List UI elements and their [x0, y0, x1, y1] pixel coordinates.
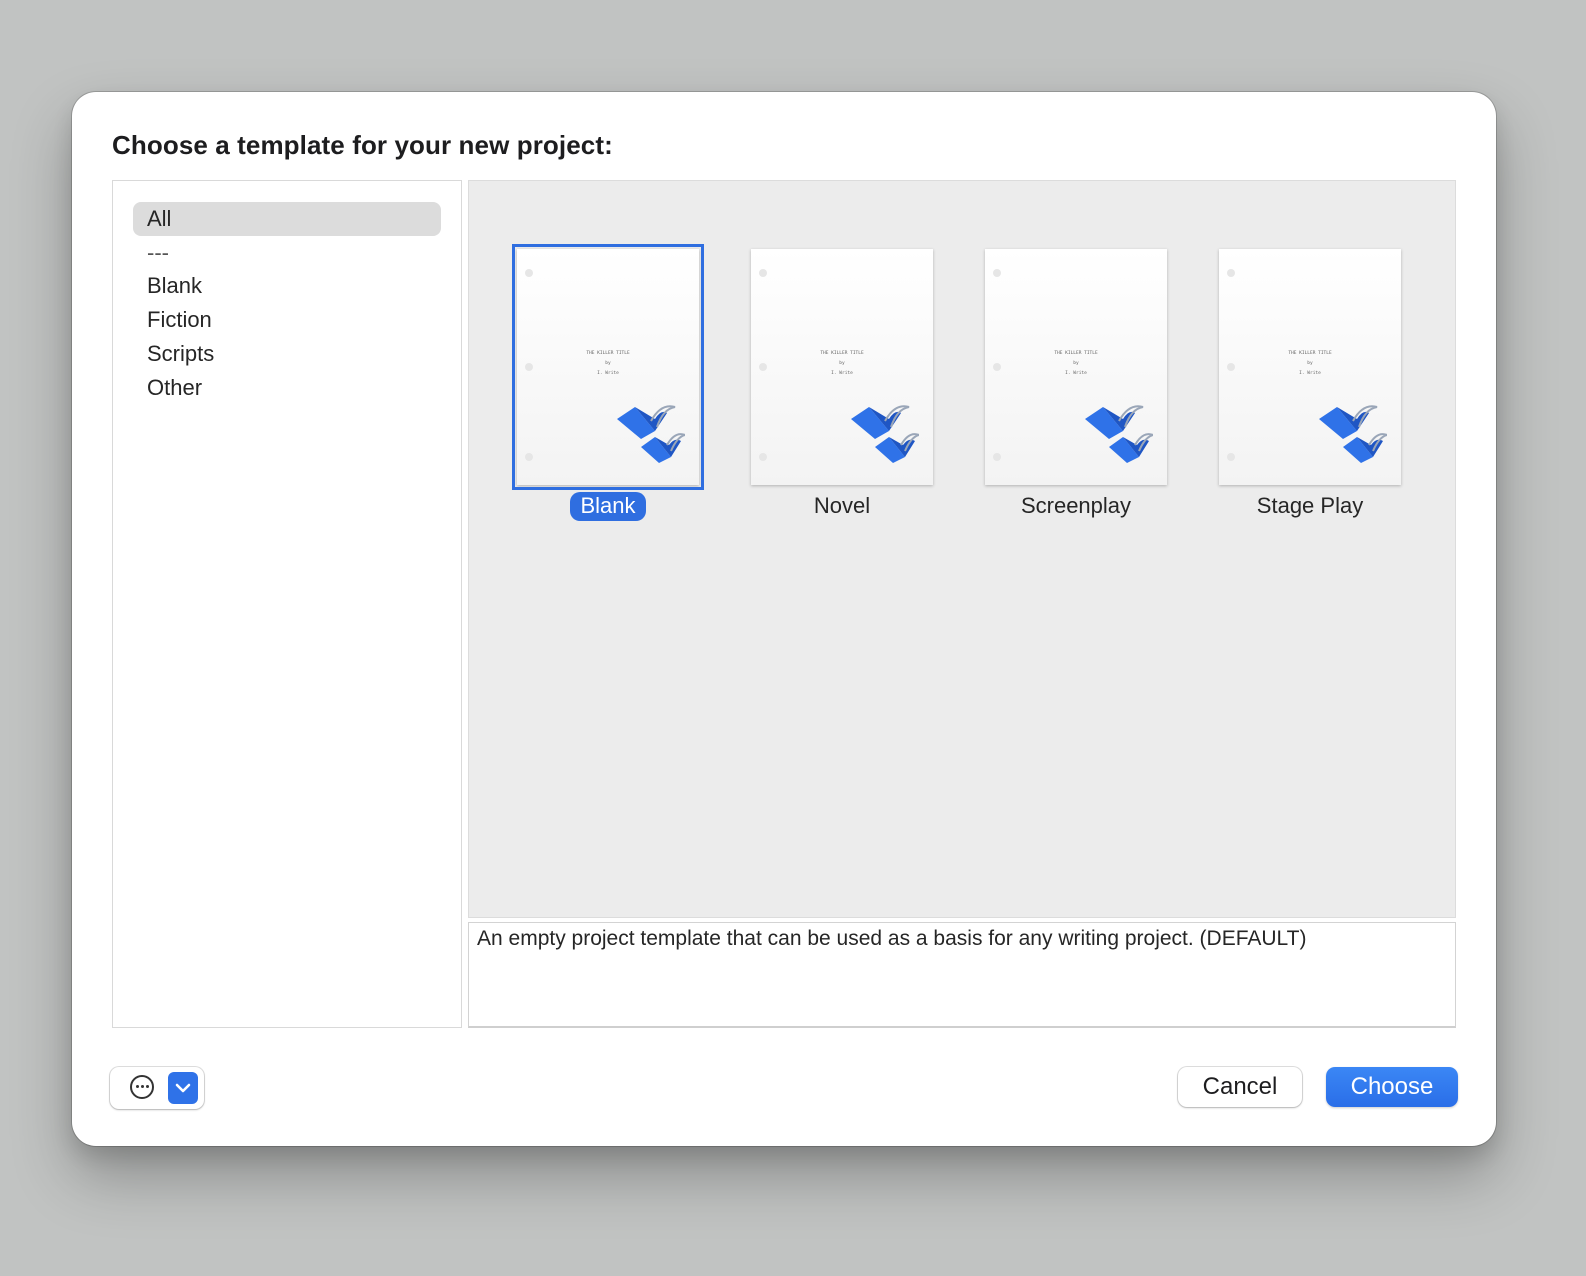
- template-label: Blank: [570, 492, 646, 521]
- template-label: Novel: [813, 493, 871, 518]
- template-chooser-dialog: Choose a template for your new project: …: [72, 92, 1496, 1146]
- page-by-text: by: [839, 361, 845, 366]
- binder-hole: [1227, 269, 1235, 277]
- page-title-text: THE KILLER TITLE: [1054, 351, 1098, 356]
- binder-hole: [1227, 453, 1235, 461]
- template-description: An empty project template that can be us…: [468, 922, 1456, 1028]
- scrivener-logo-icon: [851, 405, 919, 463]
- dialog-title: Choose a template for your new project:: [112, 130, 613, 160]
- template-thumbnail: THE KILLER TITLE by I. Write: [985, 249, 1167, 485]
- binder-hole: [993, 453, 1001, 461]
- template-label: Stage Play: [1256, 493, 1364, 518]
- category-all[interactable]: All: [133, 202, 441, 236]
- template-browser: THE KILLER TITLE by I. Write Blank THE K…: [468, 180, 1456, 918]
- options-menu-button[interactable]: [110, 1067, 204, 1109]
- page-author-text: I. Write: [597, 371, 619, 376]
- template-tile-stage-play[interactable]: THE KILLER TITLE by I. Write Stage Play: [1215, 181, 1405, 521]
- page-author-text: I. Write: [1065, 371, 1087, 376]
- template-tile-screenplay[interactable]: THE KILLER TITLE by I. Write Screenplay: [981, 181, 1171, 521]
- chevron-down-icon[interactable]: [168, 1072, 198, 1104]
- binder-hole: [525, 453, 533, 461]
- page-author-text: I. Write: [831, 371, 853, 376]
- binder-hole: [759, 453, 767, 461]
- template-thumbnail: THE KILLER TITLE by I. Write: [1219, 249, 1401, 485]
- page-by-text: by: [1307, 361, 1313, 366]
- binder-hole: [525, 269, 533, 277]
- category-blank[interactable]: Blank: [133, 269, 441, 303]
- category-fiction[interactable]: Fiction: [133, 303, 441, 337]
- template-label: Screenplay: [1020, 493, 1132, 518]
- page-title-text: THE KILLER TITLE: [1288, 351, 1332, 356]
- binder-hole: [759, 269, 767, 277]
- page-by-text: by: [605, 361, 611, 366]
- page-author-text: I. Write: [1299, 371, 1321, 376]
- category-separator: ---: [147, 240, 169, 265]
- page-title-text: THE KILLER TITLE: [820, 351, 864, 356]
- category-scripts[interactable]: Scripts: [133, 337, 441, 371]
- template-tile-blank[interactable]: THE KILLER TITLE by I. Write Blank: [512, 181, 704, 521]
- category-sidebar: All --- Blank Fiction Scripts Other: [112, 180, 462, 1028]
- scrivener-logo-icon: [1085, 405, 1153, 463]
- category-other[interactable]: Other: [133, 371, 441, 405]
- page-title-text: THE KILLER TITLE: [586, 351, 630, 356]
- binder-hole: [993, 269, 1001, 277]
- template-thumbnail: THE KILLER TITLE by I. Write: [512, 244, 704, 490]
- ellipsis-circle-icon: [130, 1075, 154, 1099]
- cancel-button[interactable]: Cancel: [1178, 1067, 1302, 1107]
- choose-button[interactable]: Choose: [1326, 1067, 1458, 1107]
- scrivener-logo-icon: [617, 405, 685, 463]
- scrivener-logo-icon: [1319, 405, 1387, 463]
- template-tile-novel[interactable]: THE KILLER TITLE by I. Write Novel: [747, 181, 937, 521]
- template-thumbnail: THE KILLER TITLE by I. Write: [751, 249, 933, 485]
- page-by-text: by: [1073, 361, 1079, 366]
